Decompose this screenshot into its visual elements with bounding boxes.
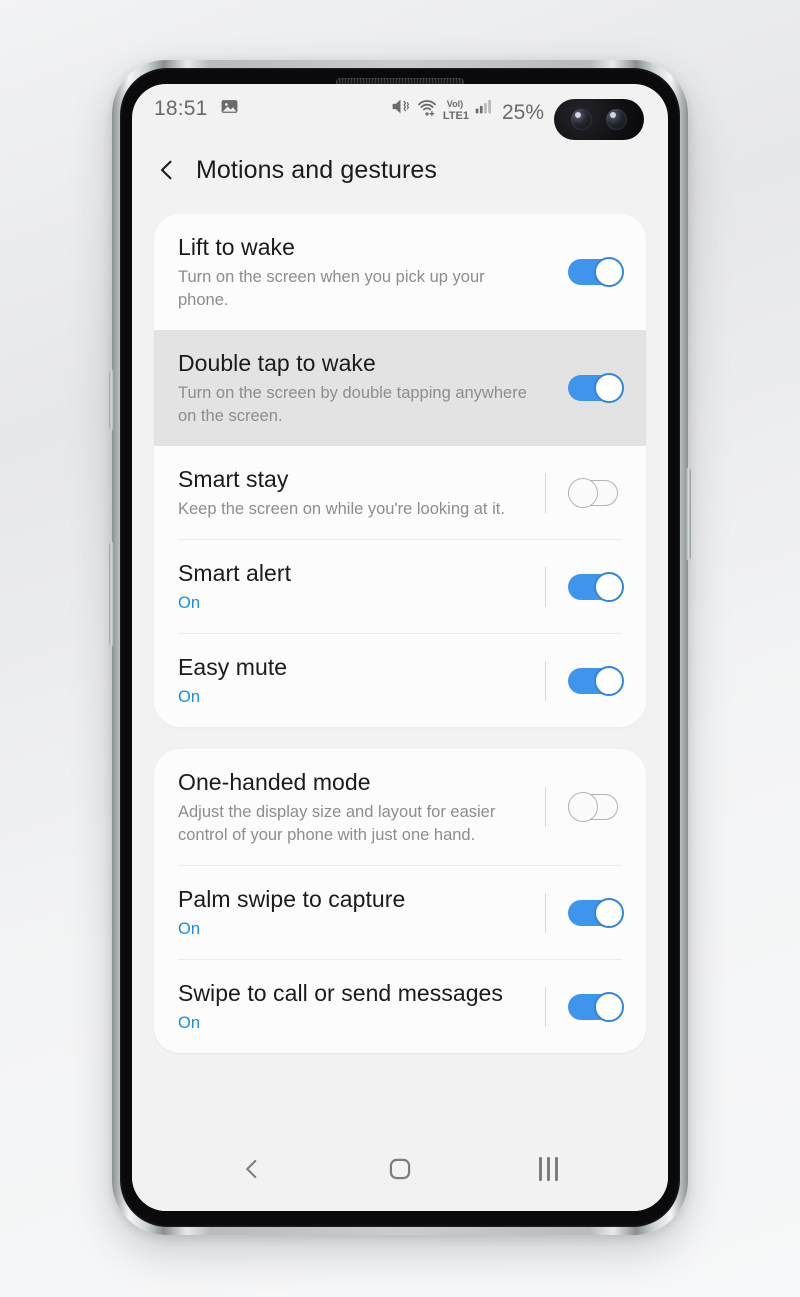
toggle-thumb — [594, 571, 624, 602]
toggle-separator — [545, 787, 546, 827]
recents-bars-icon — [538, 1157, 558, 1181]
settings-content: Motions and gestures Lift to wake Turn on… — [132, 134, 668, 1135]
toggle-switch[interactable] — [568, 257, 624, 287]
row-description: Keep the screen on while you're looking … — [178, 500, 505, 518]
toggle-thumb — [594, 257, 624, 287]
power-button[interactable] — [686, 468, 691, 560]
row-description: Turn on the screen by double tapping any… — [178, 384, 527, 425]
bixby-button[interactable] — [109, 370, 114, 430]
row-text: Double tap to wake Turn on the screen by … — [178, 348, 545, 428]
toggle-switch[interactable] — [568, 991, 624, 1022]
wifi-icon — [416, 96, 438, 123]
volume-button[interactable] — [109, 542, 114, 646]
front-camera-cutout — [554, 99, 644, 140]
row-title: Palm swipe to capture — [178, 886, 406, 912]
mute-vibrate-icon — [390, 96, 411, 123]
row-status-value: On — [178, 1014, 201, 1032]
row-title: Double tap to wake — [178, 350, 376, 376]
row-title: Smart alert — [178, 560, 292, 586]
toggle-thumb — [594, 373, 624, 403]
nav-recents-button[interactable] — [520, 1147, 576, 1191]
toggle-switch[interactable] — [568, 897, 624, 928]
row-text: Smart alert On — [178, 558, 545, 615]
row-text: One-handed mode Adjust the display size a… — [178, 767, 545, 847]
settings-list: Lift to wake Turn on the screen when you … — [132, 206, 668, 1053]
row-status-value: On — [178, 920, 201, 938]
toggle-switch[interactable] — [568, 373, 624, 403]
camera-lens-secondary-icon — [606, 109, 627, 130]
row-text: Easy mute On — [178, 652, 545, 709]
phone-device: 18:51 Vol) LTE1 25% Motions and gestures… — [109, 60, 691, 1235]
back-chevron-icon[interactable] — [154, 157, 180, 183]
row-status-value: On — [178, 688, 201, 706]
navigation-bar — [132, 1135, 668, 1211]
row-easy-mute[interactable]: Easy mute On — [154, 634, 646, 727]
toggle-thumb — [594, 665, 624, 696]
row-palm-swipe-to-capture[interactable]: Palm swipe to capture On — [154, 866, 646, 959]
row-title: Easy mute — [178, 654, 288, 680]
toggle-switch[interactable] — [568, 477, 624, 508]
page-title: Motions and gestures — [196, 155, 438, 184]
toggle-thumb — [594, 897, 624, 928]
toggle-separator — [545, 986, 546, 1027]
row-title: Swipe to call or send messages — [178, 980, 503, 1006]
row-smart-stay[interactable]: Smart stay Keep the screen on while you'r… — [154, 446, 646, 539]
row-one-handed-mode[interactable]: One-handed mode Adjust the display size a… — [154, 749, 646, 865]
row-text: Swipe to call or send messages On — [178, 978, 545, 1035]
toggle-switch[interactable] — [568, 792, 624, 822]
image-icon — [220, 97, 239, 122]
home-square-icon — [389, 1158, 411, 1180]
status-bar-left: 18:51 — [154, 97, 239, 122]
row-text: Smart stay Keep the screen on while you'r… — [178, 464, 545, 521]
toggle-thumb — [568, 477, 598, 508]
camera-lens-primary-icon — [571, 109, 592, 130]
toggle-separator — [545, 472, 546, 513]
signal-bars-icon — [474, 96, 494, 121]
wake-and-alert-card: Lift to wake Turn on the screen when you … — [154, 214, 646, 727]
toggle-separator — [545, 566, 546, 607]
toggle-separator — [545, 660, 546, 701]
toggle-thumb — [594, 991, 624, 1022]
phone-screen: 18:51 Vol) LTE1 25% Motions and gestures… — [132, 84, 668, 1211]
row-lift-to-wake[interactable]: Lift to wake Turn on the screen when you … — [154, 214, 646, 330]
row-description: Adjust the display size and layout for e… — [178, 803, 496, 844]
volte-indicator: Vol) LTE1 — [442, 98, 469, 122]
row-smart-alert[interactable]: Smart alert On — [154, 540, 646, 633]
battery-percent-label: 25% — [501, 100, 544, 124]
network-type-label: LTE1 — [442, 109, 469, 122]
row-swipe-to-call-or-send-messages[interactable]: Swipe to call or send messages On — [154, 960, 646, 1053]
row-title: Lift to wake — [178, 234, 295, 260]
row-description: Turn on the screen when you pick up your… — [178, 268, 485, 309]
nav-home-button[interactable] — [372, 1147, 428, 1191]
toggle-switch[interactable] — [568, 665, 624, 696]
nav-back-button[interactable] — [224, 1147, 280, 1191]
app-bar: Motions and gestures — [132, 134, 668, 206]
row-text: Palm swipe to capture On — [178, 884, 545, 941]
gestures-card: One-handed mode Adjust the display size a… — [154, 749, 646, 1053]
toggle-separator — [545, 892, 546, 933]
row-title: One-handed mode — [178, 769, 371, 795]
row-double-tap-to-wake[interactable]: Double tap to wake Turn on the screen by … — [154, 330, 646, 446]
row-status-value: On — [178, 594, 201, 612]
row-text: Lift to wake Turn on the screen when you … — [178, 232, 545, 312]
back-chevron-icon — [246, 1159, 257, 1179]
row-title: Smart stay — [178, 466, 289, 492]
status-clock: 18:51 — [154, 97, 208, 120]
toggle-thumb — [568, 792, 598, 822]
toggle-switch[interactable] — [568, 571, 624, 602]
